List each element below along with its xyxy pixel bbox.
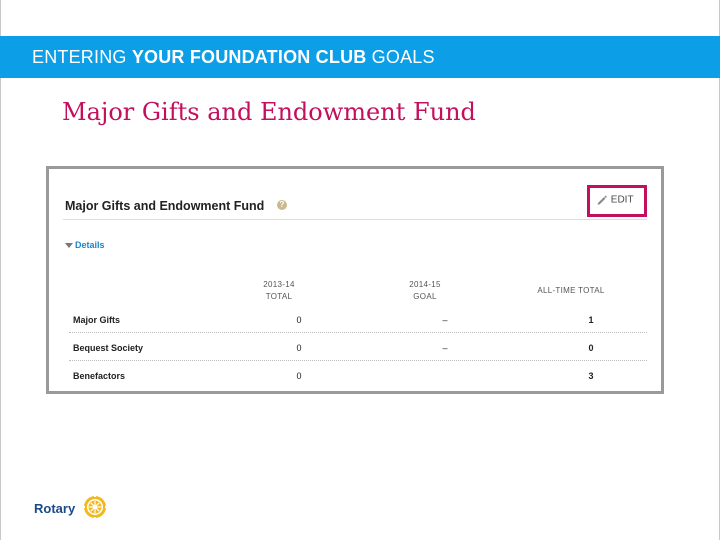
table-row: Major Gifts 0 – 1: [69, 311, 647, 331]
row-label: Major Gifts: [73, 315, 121, 325]
screenshot-panel: Major Gifts and Endowment Fund ? EDIT De…: [46, 166, 664, 394]
column-header-all-time: ALL-TIME TOTAL: [529, 285, 613, 297]
panel-divider: [63, 219, 647, 220]
column-header-line: TOTAL: [265, 292, 293, 301]
edit-button[interactable]: EDIT: [596, 194, 634, 206]
row-label: Benefactors: [73, 371, 126, 381]
cell-all-time: 0: [588, 343, 594, 353]
details-label: Details: [75, 240, 105, 250]
slide-heading: Major Gifts and Endowment Fund: [62, 98, 476, 126]
panel-title: Major Gifts and Endowment Fund: [65, 199, 265, 213]
cell-all-time: 3: [588, 371, 594, 381]
row-divider: [69, 332, 647, 333]
banner-title: ENTERING YOUR FOUNDATION CLUB GOALS: [32, 47, 435, 67]
cell-total: 0: [296, 371, 302, 381]
row-label: Bequest Society: [73, 343, 144, 353]
column-header-line: ALL-TIME TOTAL: [537, 286, 605, 295]
cell-goal: –: [442, 343, 448, 353]
edit-label: EDIT: [610, 194, 634, 206]
cell-total: 0: [296, 315, 302, 325]
cell-total: 0: [296, 343, 302, 353]
column-header-line: 2014-15: [409, 280, 441, 289]
column-header-line: 2013-14: [263, 280, 295, 289]
left-rule: [0, 0, 1, 540]
table-row: Bequest Society 0 – 0: [69, 339, 647, 359]
cell-goal: –: [442, 315, 448, 325]
column-header-total: 2013-14 TOTAL: [249, 279, 309, 303]
edit-highlight: EDIT: [587, 185, 647, 217]
cell-all-time: 1: [588, 315, 594, 325]
caret-down-icon: [65, 243, 73, 249]
rotary-wheel-icon: [83, 495, 107, 519]
column-header-goal: 2014-15 GOAL: [395, 279, 455, 303]
help-icon[interactable]: ?: [277, 200, 287, 210]
column-header-line: GOAL: [413, 292, 437, 301]
table-row: Benefactors 0 3: [69, 367, 647, 387]
details-toggle[interactable]: Details: [65, 240, 105, 250]
logo-text: Rotary: [34, 501, 76, 516]
pencil-icon: [597, 195, 607, 205]
row-divider: [69, 360, 647, 361]
